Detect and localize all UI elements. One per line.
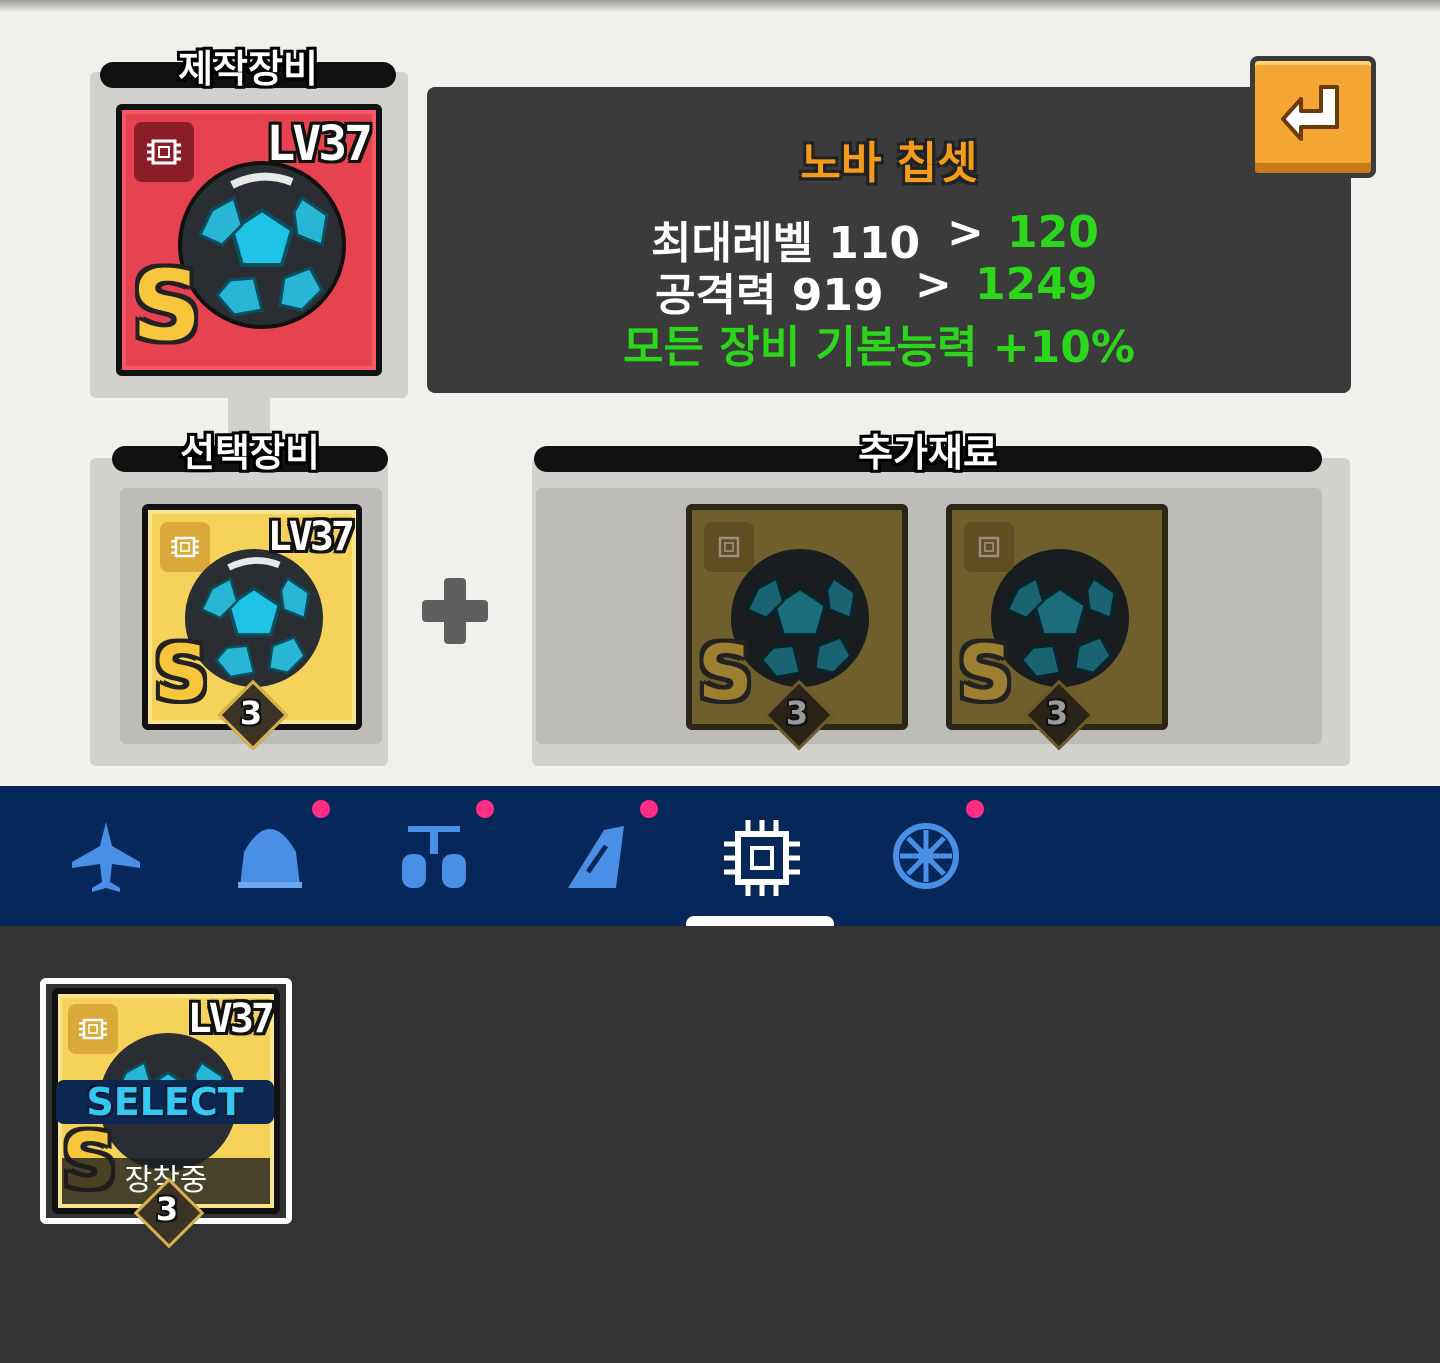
- crafted-item-card[interactable]: LV37 S: [116, 104, 382, 376]
- core-icon: [893, 823, 959, 889]
- item-level: LV37: [266, 116, 373, 172]
- select-indicator: SELECT: [56, 1080, 274, 1124]
- item-name: 노바 칩셋: [800, 138, 978, 189]
- airplane-icon: [72, 822, 140, 892]
- extra-label: 추가재료: [534, 434, 1322, 472]
- plus-icon: [422, 578, 488, 644]
- attack-new: 1249: [975, 259, 1098, 310]
- notification-dot: [966, 800, 984, 818]
- tab-core[interactable]: [886, 816, 966, 896]
- chip-category-icon: [704, 522, 754, 572]
- tab-turret[interactable]: [394, 816, 474, 896]
- tab-dome[interactable]: [230, 816, 310, 896]
- notification-dot: [476, 800, 494, 818]
- crafted-label: 제작장비: [100, 50, 396, 88]
- tab-chip[interactable]: [720, 816, 800, 896]
- stack-count: 3: [785, 694, 809, 732]
- extra-slot: [536, 488, 1322, 744]
- grade-badge: S: [958, 628, 1013, 717]
- item-info-panel: 노바 칩셋 최대레벨 110 > 120 공격력 919 > 1249 모든 장…: [427, 87, 1351, 393]
- item-level: LV37: [267, 514, 355, 560]
- grade-badge: S: [698, 628, 753, 717]
- turret-icon: [402, 826, 466, 888]
- stack-count: 3: [155, 1190, 179, 1228]
- dome-icon: [238, 829, 302, 888]
- notification-dot: [640, 800, 658, 818]
- stack-count: 3: [239, 694, 263, 732]
- wing-icon: [568, 826, 624, 888]
- grade-badge: S: [154, 628, 209, 717]
- item-level: LV37: [187, 996, 274, 1042]
- attack-arrow: >: [915, 259, 952, 310]
- selected-label: 선택장비: [112, 434, 388, 472]
- stack-count: 3: [1045, 694, 1069, 732]
- chip-category-icon: [964, 522, 1014, 572]
- back-button[interactable]: [1250, 56, 1376, 178]
- bonus-effect: 모든 장비 기본능력 +10%: [623, 322, 1135, 373]
- tab-airplane[interactable]: [66, 816, 146, 896]
- max-level-new: 120: [1007, 207, 1099, 258]
- chip-icon: [724, 820, 800, 896]
- grade-badge: S: [132, 250, 202, 362]
- tab-wing[interactable]: [558, 816, 638, 896]
- category-tab-bar: [0, 786, 1440, 930]
- return-arrow-icon: [1281, 85, 1339, 141]
- max-level-arrow: >: [947, 207, 984, 258]
- notification-dot: [312, 800, 330, 818]
